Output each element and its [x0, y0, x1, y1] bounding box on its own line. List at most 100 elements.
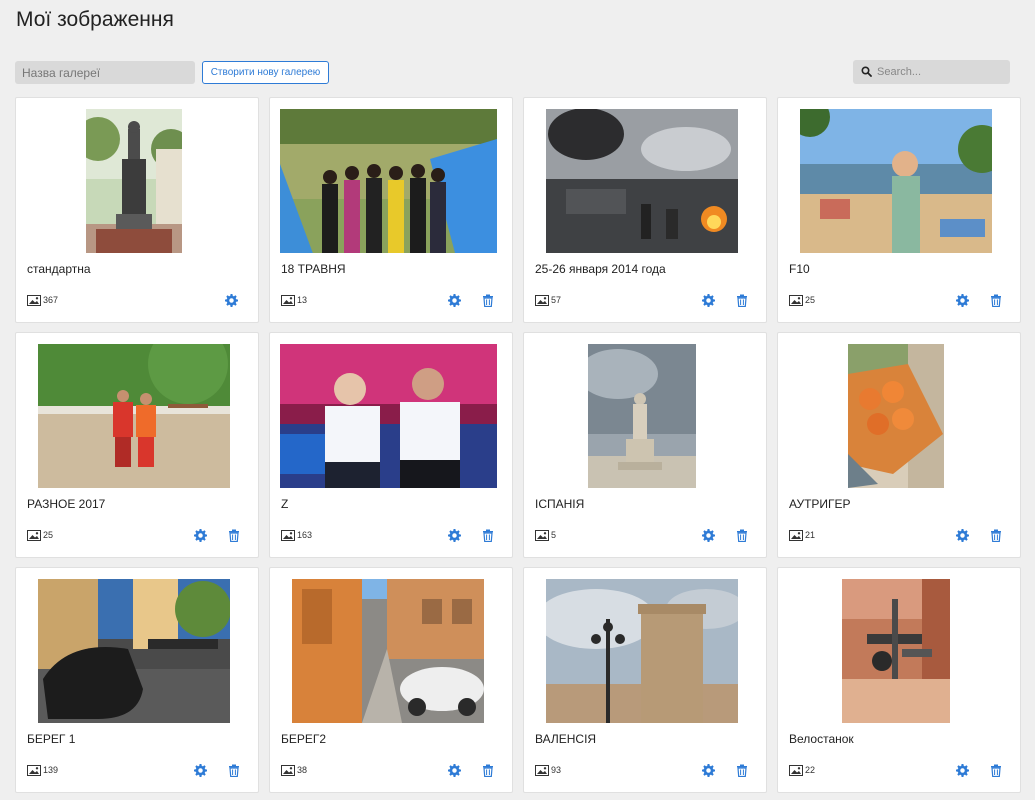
gallery-delete-button[interactable]: [482, 294, 496, 308]
gear-icon: [956, 529, 969, 542]
gallery-thumbnail[interactable]: [842, 579, 950, 723]
gallery-title[interactable]: ВАЛЕНСІЯ: [535, 732, 596, 746]
trash-icon: [991, 294, 1001, 308]
image-count-value: 21: [805, 530, 816, 540]
search-box[interactable]: [853, 60, 1010, 84]
gallery-delete-button[interactable]: [736, 294, 750, 308]
gallery-settings-button[interactable]: [448, 294, 462, 308]
gallery-settings-button[interactable]: [702, 529, 716, 543]
gallery-settings-button[interactable]: [448, 529, 462, 543]
gallery-card[interactable]: 18 ТРАВНЯ 13: [269, 97, 513, 323]
gallery-name-input[interactable]: [15, 61, 195, 84]
gallery-settings-button[interactable]: [194, 529, 208, 543]
image-count-value: 5: [551, 530, 557, 540]
gallery-thumbnail[interactable]: [546, 109, 738, 253]
gallery-title[interactable]: РАЗНОЕ 2017: [27, 497, 105, 511]
gallery-card[interactable]: ІСПАНІЯ 5: [523, 332, 767, 558]
image-icon: [535, 294, 549, 306]
image-icon: [281, 294, 295, 306]
image-count-value: 367: [43, 295, 59, 305]
gallery-card[interactable]: Велостанок 22: [777, 567, 1021, 793]
gallery-settings-button[interactable]: [448, 764, 462, 778]
gallery-card[interactable]: РАЗНОЕ 2017 25: [15, 332, 259, 558]
gear-icon: [225, 294, 238, 307]
image-count-value: 25: [43, 530, 54, 540]
gallery-card[interactable]: ВАЛЕНСІЯ 93: [523, 567, 767, 793]
gear-icon: [448, 529, 461, 542]
gallery-thumbnail[interactable]: [280, 344, 497, 488]
gallery-delete-button[interactable]: [228, 764, 242, 778]
gallery-delete-button[interactable]: [228, 529, 242, 543]
gallery-title[interactable]: АУТРИГЕР: [789, 497, 851, 511]
gallery-card[interactable]: стандартна 367: [15, 97, 259, 323]
gallery-thumbnail[interactable]: [546, 579, 738, 723]
gallery-thumbnail[interactable]: [38, 344, 230, 488]
gallery-title[interactable]: стандартна: [27, 262, 91, 276]
gallery-title[interactable]: БЕРЕГ2: [281, 732, 326, 746]
gallery-settings-button[interactable]: [702, 294, 716, 308]
gallery-settings-button[interactable]: [194, 764, 208, 778]
image-icon: [27, 764, 41, 776]
create-gallery-button[interactable]: Створити нову галерею: [202, 61, 329, 84]
gallery-settings-button[interactable]: [702, 764, 716, 778]
search-icon: [861, 66, 872, 77]
gallery-card[interactable]: 25-26 января 2014 года 57: [523, 97, 767, 323]
image-icon: [789, 529, 803, 541]
search-input[interactable]: [877, 60, 1005, 84]
trash-icon: [483, 764, 493, 778]
gallery-settings-button[interactable]: [956, 529, 970, 543]
image-count-value: 38: [297, 765, 308, 775]
image-count: 367: [27, 294, 58, 306]
image-count-value: 93: [551, 765, 562, 775]
gallery-delete-button[interactable]: [990, 764, 1004, 778]
image-count: 57: [535, 294, 561, 306]
gallery-thumbnail[interactable]: [292, 579, 484, 723]
gallery-thumbnail[interactable]: [800, 109, 992, 253]
gear-icon: [194, 529, 207, 542]
trash-icon: [483, 529, 493, 543]
image-icon: [281, 764, 295, 776]
image-icon: [27, 529, 41, 541]
gallery-thumbnail[interactable]: [280, 109, 497, 253]
gallery-card[interactable]: Z 163: [269, 332, 513, 558]
gallery-settings-button[interactable]: [956, 294, 970, 308]
gallery-card[interactable]: F10 25: [777, 97, 1021, 323]
gallery-delete-button[interactable]: [482, 529, 496, 543]
gallery-delete-button[interactable]: [736, 764, 750, 778]
gallery-thumbnail[interactable]: [588, 344, 696, 488]
gallery-card[interactable]: БЕРЕГ2 38: [269, 567, 513, 793]
gallery-settings-button[interactable]: [225, 294, 239, 308]
gear-icon: [448, 764, 461, 777]
toolbar: Створити нову галерею: [0, 60, 1035, 86]
gallery-delete-button[interactable]: [990, 294, 1004, 308]
gallery-card[interactable]: БЕРЕГ 1 139: [15, 567, 259, 793]
image-count: 21: [789, 529, 815, 541]
gallery-title[interactable]: 18 ТРАВНЯ: [281, 262, 346, 276]
gallery-thumbnail[interactable]: [38, 579, 230, 723]
image-icon: [789, 764, 803, 776]
image-count-value: 25: [805, 295, 816, 305]
gallery-title[interactable]: F10: [789, 262, 810, 276]
gallery-settings-button[interactable]: [956, 764, 970, 778]
gallery-title[interactable]: Велостанок: [789, 732, 854, 746]
gallery-title[interactable]: 25-26 января 2014 года: [535, 262, 666, 276]
trash-icon: [483, 294, 493, 308]
trash-icon: [737, 529, 747, 543]
trash-icon: [991, 764, 1001, 778]
gallery-title[interactable]: БЕРЕГ 1: [27, 732, 75, 746]
gallery-card[interactable]: АУТРИГЕР 21: [777, 332, 1021, 558]
page-title: Мої зображення: [16, 8, 174, 31]
gallery-title[interactable]: Z: [281, 497, 288, 511]
image-count-value: 22: [805, 765, 816, 775]
gallery-title[interactable]: ІСПАНІЯ: [535, 497, 584, 511]
image-count: 25: [27, 529, 53, 541]
image-icon: [27, 294, 41, 306]
gallery-thumbnail[interactable]: [848, 344, 944, 488]
trash-icon: [229, 529, 239, 543]
gallery-thumbnail[interactable]: [86, 109, 182, 253]
gallery-delete-button[interactable]: [990, 529, 1004, 543]
image-count: 25: [789, 294, 815, 306]
gallery-delete-button[interactable]: [482, 764, 496, 778]
gear-icon: [702, 294, 715, 307]
gallery-delete-button[interactable]: [736, 529, 750, 543]
